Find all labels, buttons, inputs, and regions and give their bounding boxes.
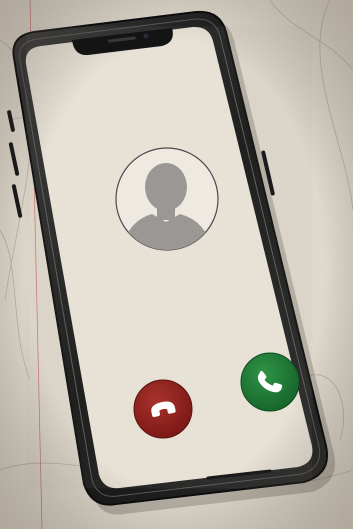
phone-sketch-scene xyxy=(0,0,353,529)
phone-illustration xyxy=(0,0,353,529)
